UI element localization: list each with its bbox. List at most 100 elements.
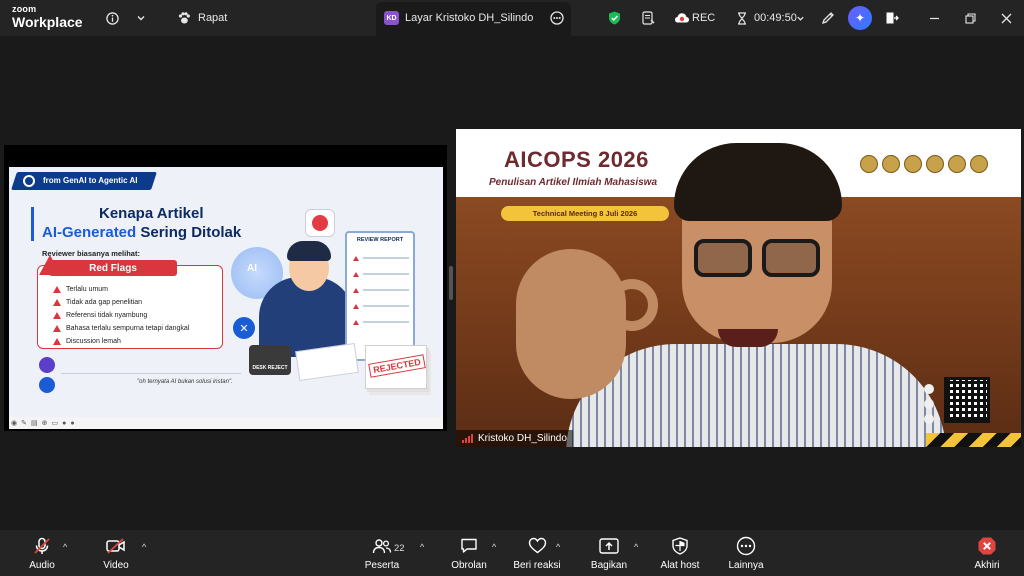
timer-chevron-icon[interactable]: [794, 0, 806, 36]
zoom-icon[interactable]: ⊕: [42, 419, 48, 427]
chat-icon: [460, 536, 478, 556]
participant-name-bar: Kristoko DH_Silindo: [456, 430, 573, 447]
list-item: Discussion lemah: [53, 335, 189, 348]
warning-icon: [53, 312, 61, 319]
red-flag-text: Terlalu umum: [66, 286, 109, 293]
share-options-chevron-icon[interactable]: ^: [634, 542, 638, 552]
warning-icon: [53, 338, 61, 345]
sponsor-logos: [860, 155, 988, 173]
close-icon[interactable]: [998, 0, 1014, 36]
people-icon: [39, 377, 55, 393]
speaker-hand: [516, 249, 626, 399]
video-button[interactable]: Video: [100, 530, 132, 576]
end-label: Akhiri: [974, 559, 1000, 571]
cloud-record-icon[interactable]: [673, 0, 691, 36]
slide-banner-text: from GenAI to Agentic AI: [43, 176, 138, 185]
tab-meeting[interactable]: Rapat: [198, 0, 227, 36]
restore-icon[interactable]: [962, 0, 978, 36]
caution-tape: [926, 433, 1021, 447]
chat-bubble-icon: [39, 357, 55, 373]
mic-muted-icon: [33, 536, 51, 556]
ai-brain-label: AI: [247, 263, 257, 274]
target-icon: [23, 175, 35, 187]
meeting-info-icon[interactable]: [104, 0, 120, 36]
report-row: [353, 287, 409, 293]
red-flag-text: Referensi tidak nyambung: [66, 312, 148, 319]
chat-button[interactable]: Obrolan: [448, 530, 490, 576]
pen-icon[interactable]: ✎: [21, 419, 27, 427]
meeting-controls: Audio ^ Video ^ Peserta 22 ^ Obrolan ^ B…: [0, 530, 1024, 576]
red-flag-text: Tidak ada gap penelitian: [66, 299, 143, 306]
participants-count: 22: [394, 543, 405, 554]
split-resize-handle[interactable]: [449, 266, 453, 300]
logo-icon: [904, 155, 922, 173]
review-report-title: REVIEW REPORT: [356, 237, 404, 243]
react-options-chevron-icon[interactable]: ^: [556, 542, 560, 552]
brand-bottom: Workplace: [12, 14, 83, 30]
participants-label: Peserta: [364, 559, 400, 571]
host-tools-label: Alat host: [660, 559, 700, 571]
notes-icon[interactable]: [640, 0, 656, 36]
participants-icon: [372, 536, 392, 556]
annotate-pen-icon[interactable]: [820, 0, 836, 36]
report-row: [353, 303, 409, 309]
subtitles-icon[interactable]: ▭: [51, 419, 58, 427]
host-tools-button[interactable]: Alat host: [658, 530, 702, 576]
zoom-window: zoom Workplace Rapat KD Layar Kristoko D…: [0, 0, 1024, 576]
heart-icon: [528, 536, 547, 556]
list-item: Terlalu umum: [53, 283, 189, 296]
paw-icon[interactable]: [176, 0, 192, 36]
camera-off-icon: [106, 536, 126, 556]
zoom-logo: zoom Workplace: [12, 5, 83, 30]
list-item: Bahasa terlalu sempurna tetapi dangkal: [53, 322, 189, 335]
hourglass-icon: [735, 0, 749, 36]
end-meeting-button[interactable]: Akhiri: [970, 530, 1004, 576]
participant-video-tile[interactable]: AICOPS 2026 Penulisan Artikel Ilmiah Mah…: [456, 129, 1021, 447]
slide-controls-strip[interactable]: ◉ ✎ ▤ ⊕ ▭ ● ●: [9, 417, 443, 429]
red-flag-text: Discussion lemah: [66, 338, 121, 345]
report-row: [353, 271, 409, 277]
background-social-icons: [924, 384, 934, 424]
reviewer-illustration-hair: [287, 241, 331, 261]
event-title: AICOPS 2026: [504, 147, 649, 172]
participants-options-chevron-icon[interactable]: ^: [420, 542, 424, 552]
share-avatar-badge: KD: [384, 11, 399, 25]
warning-icon: [53, 299, 61, 306]
tab-screen-share-label: Layar Kristoko DH_Silindo: [405, 12, 534, 24]
list-item: Tidak ada gap penelitian: [53, 296, 189, 309]
more-icon[interactable]: ●: [70, 420, 74, 427]
warning-icon: [39, 255, 61, 275]
more-button[interactable]: Lainnya: [726, 530, 766, 576]
logo-icon: [860, 155, 878, 173]
video-options-chevron-icon[interactable]: ^: [142, 542, 146, 552]
leave-panel-icon[interactable]: [884, 0, 900, 36]
chat-options-chevron-icon[interactable]: ^: [492, 542, 496, 552]
quote-divider: [61, 373, 241, 374]
ai-companion-icon[interactable]: ✦: [848, 6, 872, 30]
slide-title-line2: AI-Generated Sering Ditolak: [42, 224, 241, 241]
title-accent-bar: [31, 207, 34, 241]
settings-icon[interactable]: ●: [62, 420, 66, 427]
participant-name: Kristoko DH_Silindo: [478, 433, 567, 444]
more-options-icon[interactable]: [549, 0, 565, 36]
share-screen-icon: [599, 536, 619, 556]
slide-title-highlight: AI-Generated: [42, 224, 137, 241]
report-row: [353, 255, 409, 261]
audio-options-chevron-icon[interactable]: ^: [63, 542, 67, 552]
share-button[interactable]: Bagikan: [590, 530, 628, 576]
list-item: Referensi tidak nyambung: [53, 309, 189, 322]
ok-gesture: [606, 279, 658, 331]
react-button[interactable]: Beri reaksi: [513, 530, 561, 576]
warning-icon: [53, 325, 61, 332]
logo-icon: [970, 155, 988, 173]
slide-quote: "oh ternyata AI bukan solusi instan".: [137, 379, 233, 385]
highlighter-icon[interactable]: ▤: [31, 419, 38, 427]
shield-check-icon[interactable]: [606, 0, 622, 36]
shared-screen-tile[interactable]: from GenAI to Agentic AI Kenapa Artikel …: [4, 145, 447, 431]
speaker-hair: [674, 143, 842, 221]
minimize-icon[interactable]: [926, 0, 942, 36]
audio-button[interactable]: Audio: [26, 530, 58, 576]
qr-code: [944, 377, 990, 423]
chevron-down-icon[interactable]: [134, 0, 148, 36]
pointer-icon[interactable]: ◉: [11, 419, 17, 427]
